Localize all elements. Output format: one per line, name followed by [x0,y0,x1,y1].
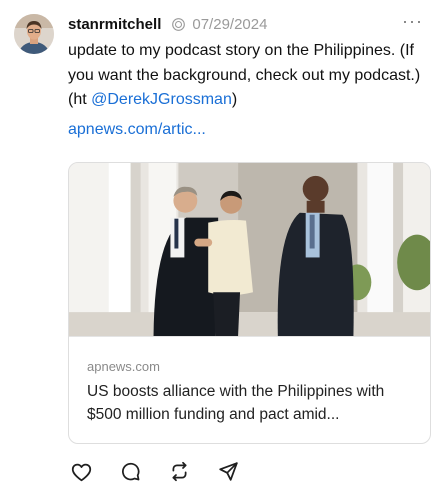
reply-button[interactable] [117,461,143,487]
send-icon [218,461,239,487]
repost-button[interactable] [166,461,192,487]
verified-badge-icon [170,16,186,32]
more-options-icon[interactable]: ··· [402,12,423,36]
repost-icon [169,461,190,487]
share-button[interactable] [215,461,241,487]
article-preview-image [69,163,430,337]
username[interactable]: stanrmitchell [68,16,161,33]
link-preview-card[interactable]: apnews.com US boosts alliance with the P… [68,162,431,444]
heart-icon [71,462,92,487]
article-link[interactable]: apnews.com/artic... [68,121,206,139]
card-domain: apnews.com [87,359,160,374]
post-date[interactable]: 07/29/2024 [192,16,267,33]
action-bar [68,461,264,487]
post-body-end: ) [231,91,238,108]
comment-icon [120,461,141,487]
post-header: stanrmitchell 07/29/2024 ··· [68,12,423,36]
avatar[interactable] [14,14,54,54]
post-text: update to my podcast story on the Philip… [68,39,424,113]
like-button[interactable] [68,461,94,487]
mention-link[interactable]: @DerekJGrossman [91,91,232,108]
card-title: US boosts alliance with the Philippines … [87,383,385,423]
